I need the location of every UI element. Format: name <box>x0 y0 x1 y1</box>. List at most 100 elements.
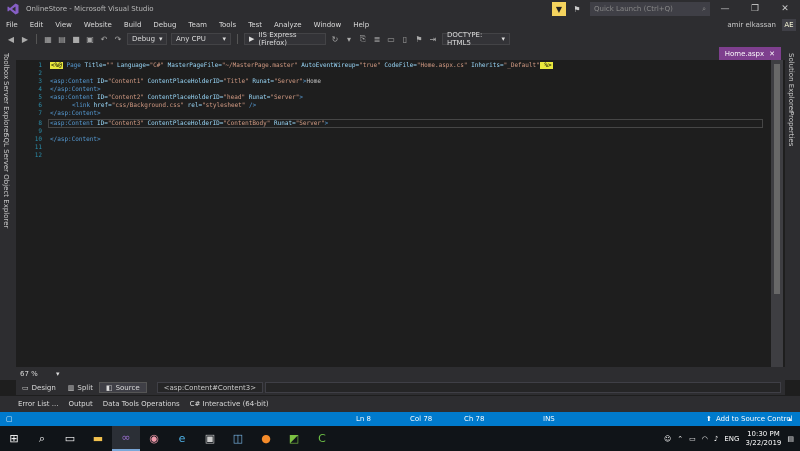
windows-start-icon[interactable]: ⊞ <box>0 426 28 451</box>
server-explorer-tab[interactable]: Server Explorer <box>2 81 10 135</box>
firefox-browser-icon[interactable]: ● <box>252 426 280 451</box>
back-icon[interactable]: ◀ <box>6 34 16 44</box>
doctype-select[interactable]: DOCTYPE: HTML5 ▾ <box>442 31 510 47</box>
quick-launch-input[interactable]: Quick Launch (Ctrl+Q) ⌕ <box>590 2 710 16</box>
menu-window[interactable]: Window <box>308 21 348 29</box>
notifications-icon[interactable]: ▤ <box>787 435 794 443</box>
view-mode-bar: ▭ Design ▥ Split ◧ Source <asp:Content#Cont… <box>16 380 785 395</box>
solution-explorer-tab[interactable]: Solution Explorer <box>787 53 795 113</box>
volume-icon[interactable]: ♪ <box>714 435 718 443</box>
redo-icon[interactable]: ↷ <box>113 34 123 44</box>
menu-tools[interactable]: Tools <box>213 21 242 29</box>
platform-select[interactable]: Any CPU ▾ <box>171 33 231 45</box>
split-view-button[interactable]: ▥ Split <box>62 382 99 393</box>
start-debug-button[interactable]: ▶ IIS Express (Firefox) <box>244 31 326 47</box>
chevron-up-icon[interactable]: ⌃ <box>677 435 683 443</box>
menu-file[interactable]: File <box>0 21 24 29</box>
c-app-icon[interactable]: C <box>308 426 336 451</box>
user-name[interactable]: amir elkassan <box>727 21 776 29</box>
right-dock-tabs: Solution Explorer Properties <box>785 47 800 380</box>
menu-edit[interactable]: Edit <box>24 21 50 29</box>
menu-team[interactable]: Team <box>182 21 213 29</box>
remote-desktop-icon[interactable]: ◫ <box>224 426 252 451</box>
battery-icon[interactable]: ▭ <box>689 435 696 443</box>
vertical-scrollbar[interactable] <box>771 60 783 367</box>
bookmark-icon[interactable]: ⚑ <box>414 34 424 44</box>
save-icon[interactable]: ■ <box>71 34 81 44</box>
tab-data-tools-operations[interactable]: Data Tools Operations <box>103 400 180 408</box>
scrollbar-thumb[interactable] <box>774 64 780 294</box>
add-to-source-control-button[interactable]: Add to Source Control <box>716 415 793 423</box>
menu-debug[interactable]: Debug <box>147 21 182 29</box>
attr-title: Title= <box>80 62 107 69</box>
chevron-up-icon[interactable]: ▴ <box>788 415 792 423</box>
sql-server-object-explorer-tab[interactable]: SQL Server Object Explorer <box>2 133 10 228</box>
input-language[interactable]: ENG <box>724 435 739 443</box>
menu-analyze[interactable]: Analyze <box>268 21 308 29</box>
properties-tab[interactable]: Properties <box>787 111 795 146</box>
paint-app-icon[interactable]: ◉ <box>140 426 168 451</box>
val-placeholder: "head" <box>223 94 246 101</box>
format-icon[interactable]: ≣ <box>372 34 382 44</box>
code-area[interactable]: <%@ Page Title="" Language="C#" MasterPa… <box>50 60 770 367</box>
visual-studio-app-icon[interactable]: ∞ <box>112 426 140 451</box>
source-label: Source <box>115 383 140 392</box>
document-tab-strip: Home.aspx ✕ <box>16 47 785 62</box>
zoom-strip: 67 % ▾ <box>16 367 785 380</box>
undo-icon[interactable]: ↶ <box>99 34 109 44</box>
chevron-down-icon[interactable]: ▾ <box>344 34 354 44</box>
breadcrumb[interactable]: <asp:Content#Content3> <box>156 382 264 393</box>
menu-view[interactable]: View <box>49 21 78 29</box>
horizontal-scrollbar[interactable] <box>265 382 781 393</box>
refresh-icon[interactable]: ↻ <box>330 34 340 44</box>
tab-error-list[interactable]: Error List ... <box>18 400 58 408</box>
save-all-icon[interactable]: ▣ <box>85 34 95 44</box>
new-project-icon[interactable]: ▦ <box>43 34 53 44</box>
val-runat: "Server" <box>274 78 303 85</box>
menu-test[interactable]: Test <box>242 21 268 29</box>
tag-asp-content: <asp:Content <box>50 78 94 85</box>
file-explorer-icon[interactable]: ▬ <box>84 426 112 451</box>
attr-href: href= <box>90 102 112 109</box>
line-number: 6 <box>38 102 42 109</box>
source-control-icon[interactable]: ⬆ <box>706 415 712 423</box>
val-href: "css/Background.css" <box>111 102 184 109</box>
comment-icon[interactable]: ▭ <box>386 34 396 44</box>
network-icon[interactable]: ◠ <box>702 435 708 443</box>
maximize-button[interactable]: ❐ <box>740 0 770 18</box>
notifications-filter-icon[interactable]: ▼ <box>552 2 566 16</box>
search-icon[interactable]: ⌕ <box>28 426 56 451</box>
menu-build[interactable]: Build <box>118 21 148 29</box>
status-char: Ch 78 <box>464 415 485 423</box>
feedback-flag-icon[interactable]: ⚑ <box>570 2 584 16</box>
terminal-icon[interactable]: ▣ <box>196 426 224 451</box>
configuration-select[interactable]: Debug ▾ <box>127 33 167 45</box>
tab-output[interactable]: Output <box>68 400 92 408</box>
avatar[interactable]: AE <box>782 18 796 31</box>
minimize-button[interactable]: — <box>710 0 740 18</box>
uncomment-icon[interactable]: ▯ <box>400 34 410 44</box>
people-icon[interactable]: ☺ <box>664 435 671 443</box>
clock[interactable]: 10:30 PM 3/22/2019 <box>745 430 781 448</box>
tab-csharp-interactive[interactable]: C# Interactive (64-bit) <box>190 400 269 408</box>
camtasia-icon[interactable]: ◩ <box>280 426 308 451</box>
browser-link-icon[interactable]: ⎘ <box>358 34 368 44</box>
close-icon[interactable]: ✕ <box>769 50 775 58</box>
open-file-icon[interactable]: ▤ <box>57 34 67 44</box>
task-view-icon[interactable]: ▭ <box>56 426 84 451</box>
toolbox-tab[interactable]: Toolbox <box>2 53 10 79</box>
attr-masterpagefile: MasterPageFile= <box>164 62 222 69</box>
edge-browser-icon[interactable]: e <box>168 426 196 451</box>
tab-home-aspx[interactable]: Home.aspx ✕ <box>718 47 781 60</box>
zoom-level[interactable]: 67 % <box>16 370 56 378</box>
design-view-button[interactable]: ▭ Design <box>16 382 62 393</box>
source-view-button[interactable]: ◧ Source <box>98 382 147 393</box>
indent-icon[interactable]: ⇥ <box>428 34 438 44</box>
forward-icon[interactable]: ▶ <box>20 34 30 44</box>
menu-website[interactable]: Website <box>78 21 118 29</box>
menu-help[interactable]: Help <box>347 21 375 29</box>
chevron-down-icon[interactable]: ▾ <box>56 370 60 378</box>
chevron-down-icon: ▾ <box>159 35 163 43</box>
close-button[interactable]: ✕ <box>770 0 800 18</box>
code-editor[interactable]: 1 2 3 4 5 6 7 8 9 10 11 12 <%@ Page Titl… <box>16 60 785 367</box>
